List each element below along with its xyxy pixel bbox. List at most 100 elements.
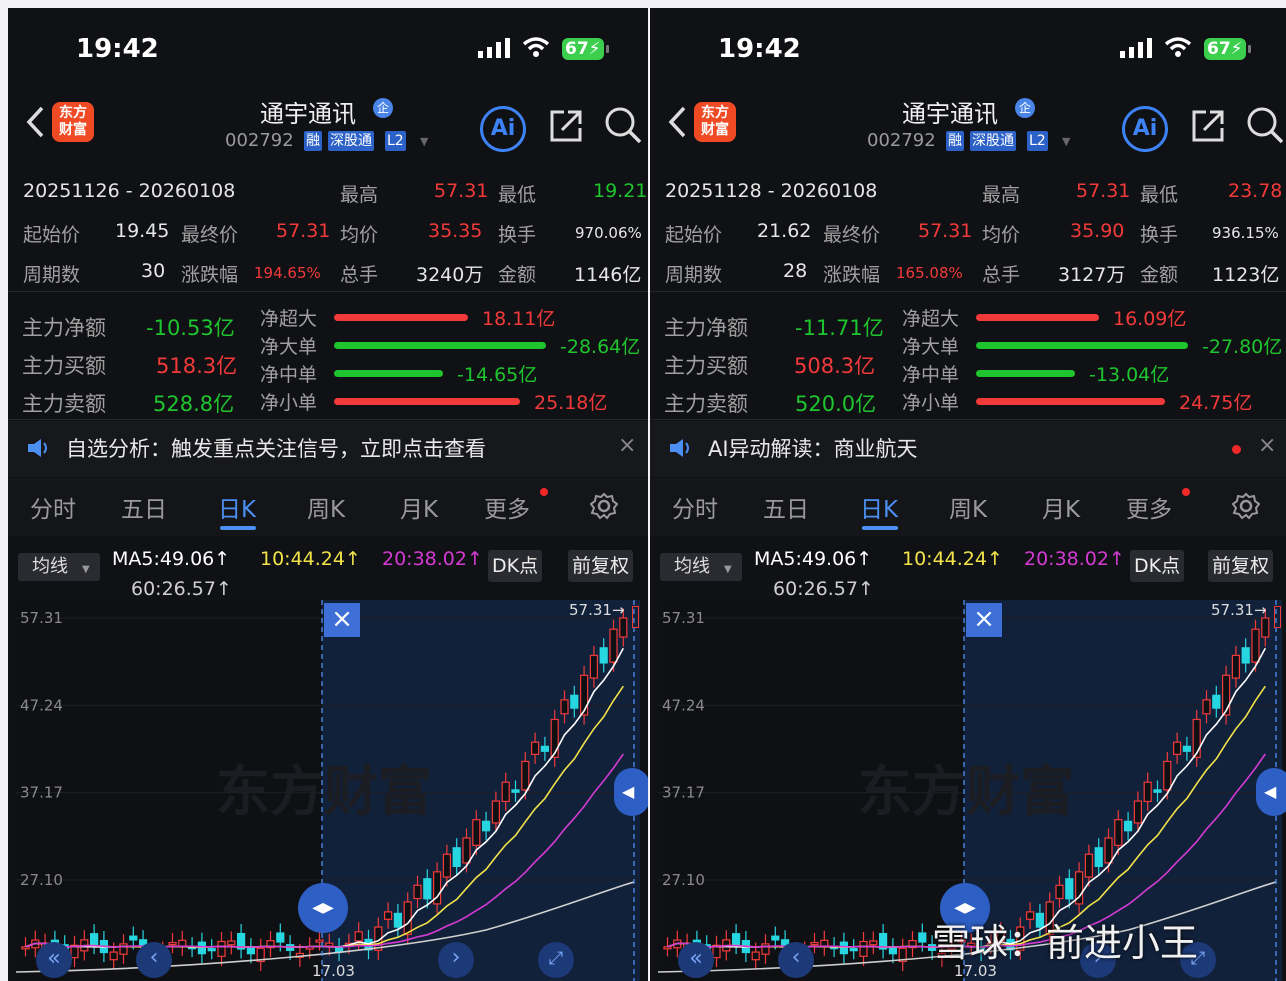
fund-flow: 主力净额 -11.71亿 主力买额 508.3亿 主力卖额 520.0亿 净超大… <box>650 294 1286 420</box>
candle <box>1133 800 1142 824</box>
candle <box>442 853 451 878</box>
prev-icon[interactable]: ‹ <box>136 942 172 978</box>
tab-weekly-k[interactable]: 周K <box>307 490 345 524</box>
periods-value: 30 <box>141 260 166 282</box>
range-close-button[interactable]: × <box>966 603 1002 637</box>
close-icon[interactable]: × <box>1258 433 1276 458</box>
range-drag-handle-right[interactable]: ◀ <box>1256 768 1286 816</box>
expand-icon[interactable]: ⤢ <box>538 942 574 978</box>
flow-bar-value: -13.04亿 <box>1089 364 1170 386</box>
candle <box>197 941 206 955</box>
tab-intraday[interactable]: 分时 <box>672 490 718 524</box>
candle <box>491 800 500 824</box>
adjust-button[interactable]: 前复权 <box>568 550 634 582</box>
tab-more[interactable]: 更多 <box>1126 490 1172 524</box>
candle <box>1114 819 1123 846</box>
next-icon[interactable]: › <box>438 942 474 978</box>
high-label: 最高 <box>340 184 379 206</box>
battery-icon: 67⚡ <box>562 38 604 60</box>
candle <box>869 940 878 946</box>
last-candle-marker <box>1274 606 1281 628</box>
range-drag-handle-right[interactable]: ◀ <box>614 768 648 816</box>
candle <box>663 946 672 950</box>
candle <box>810 941 819 946</box>
ma-select[interactable]: 均线 ▼ <box>18 553 100 581</box>
back-arrow-icon[interactable] <box>666 104 688 140</box>
main-net-label: 主力净额 <box>22 316 106 340</box>
share-icon[interactable] <box>548 108 584 144</box>
clock: 19:42 <box>76 34 159 64</box>
tab-intraday[interactable]: 分时 <box>30 490 76 524</box>
candle <box>1241 647 1250 664</box>
main-net-value: -10.53亿 <box>146 316 235 340</box>
main-sell-value: 520.0亿 <box>795 392 877 416</box>
search-icon[interactable] <box>1246 106 1284 144</box>
range-summary: 20251126 - 20260108 最高 57.31 最低 19.21 起始… <box>8 166 648 292</box>
range-close-button[interactable]: × <box>324 603 360 637</box>
candle <box>599 647 608 664</box>
start-value: 19.45 <box>115 220 170 242</box>
battery-tip <box>1248 45 1251 53</box>
enterprise-badge: 企 <box>1015 98 1035 118</box>
high-value: 57.31 <box>1076 180 1131 202</box>
close-icon[interactable]: × <box>618 433 636 458</box>
tab-daily-k[interactable]: 日K <box>860 490 898 524</box>
tab-weekly-k[interactable]: 周K <box>949 490 987 524</box>
candle <box>354 931 363 942</box>
date-range: 20251128 - 20260108 <box>665 180 878 202</box>
dk-point-button[interactable]: DK点 <box>1130 550 1185 582</box>
candle <box>619 617 628 638</box>
low-value: 23.78 <box>1228 180 1283 202</box>
notification-dot <box>1232 445 1241 454</box>
notification-dot <box>540 488 548 496</box>
chevron-down-icon[interactable]: ▼ <box>1062 135 1070 148</box>
dk-point-button[interactable]: DK点 <box>488 550 543 582</box>
amount-value: 1123亿 <box>1212 264 1280 286</box>
phone-screen-right: 19:42 67⚡ 东方 财富 通宇通讯 企 002792 融 深股通 L2 ▼ … <box>650 8 1286 981</box>
rewind-icon[interactable]: « <box>678 942 714 978</box>
share-icon[interactable] <box>1190 108 1226 144</box>
tab-monthly-k[interactable]: 月K <box>1042 490 1080 524</box>
tab-daily-k[interactable]: 日K <box>218 490 256 524</box>
back-arrow-icon[interactable] <box>24 104 46 140</box>
candle <box>413 884 422 900</box>
news-banner[interactable]: 自选分析：触发重点关注信号，立即点击查看 × <box>8 421 648 477</box>
main-sell-label: 主力卖额 <box>664 392 748 416</box>
chevron-down-icon[interactable]: ▼ <box>420 135 428 148</box>
candle <box>849 948 858 952</box>
candle <box>771 935 780 941</box>
flow-bar-label: 净小单 <box>902 392 960 414</box>
candle <box>1172 741 1182 755</box>
flow-bar-label: 净中单 <box>260 364 318 386</box>
gear-icon[interactable] <box>1232 492 1260 520</box>
y-tick-label: 37.17 <box>20 784 63 802</box>
candle <box>21 946 30 950</box>
adjust-button[interactable]: 前复权 <box>1208 550 1274 582</box>
ai-button[interactable]: Ai <box>480 106 526 152</box>
y-tick-label: 27.10 <box>20 871 63 889</box>
tab-five-day[interactable]: 五日 <box>763 490 809 524</box>
news-banner[interactable]: AI异动解读：商业航天 × <box>650 421 1286 477</box>
tab-monthly-k[interactable]: 月K <box>400 490 438 524</box>
range-drag-handle-left[interactable]: ◀▶ <box>298 883 348 933</box>
flow-bar-value: -14.65亿 <box>457 364 538 386</box>
tab-more[interactable]: 更多 <box>484 490 530 524</box>
ai-button[interactable]: Ai <box>1122 106 1168 152</box>
candle <box>570 694 579 709</box>
prev-icon[interactable]: ‹ <box>778 942 814 978</box>
volume-label: 总手 <box>340 264 379 286</box>
candle <box>560 699 569 715</box>
stock-header: 东方 财富 通宇通讯 企 002792 融 深股通 L2 ▼ Ai <box>8 88 648 158</box>
rewind-icon[interactable]: « <box>36 942 72 978</box>
news-text: 自选分析：触发重点关注信号，立即点击查看 <box>66 437 486 461</box>
ma-select[interactable]: 均线 ▼ <box>660 553 742 581</box>
clock: 19:42 <box>718 34 801 64</box>
candle <box>761 943 770 955</box>
tab-five-day[interactable]: 五日 <box>121 490 167 524</box>
kline-chart[interactable]: 57.31 47.24 37.17 27.10 东方财富 × 57.31→ ◀▶ ◀ 17.03 «… <box>15 600 648 981</box>
gear-icon[interactable] <box>590 492 618 520</box>
search-icon[interactable] <box>604 106 642 144</box>
candle <box>393 912 402 928</box>
start-value: 21.62 <box>757 220 812 242</box>
notification-dot <box>1182 488 1190 496</box>
